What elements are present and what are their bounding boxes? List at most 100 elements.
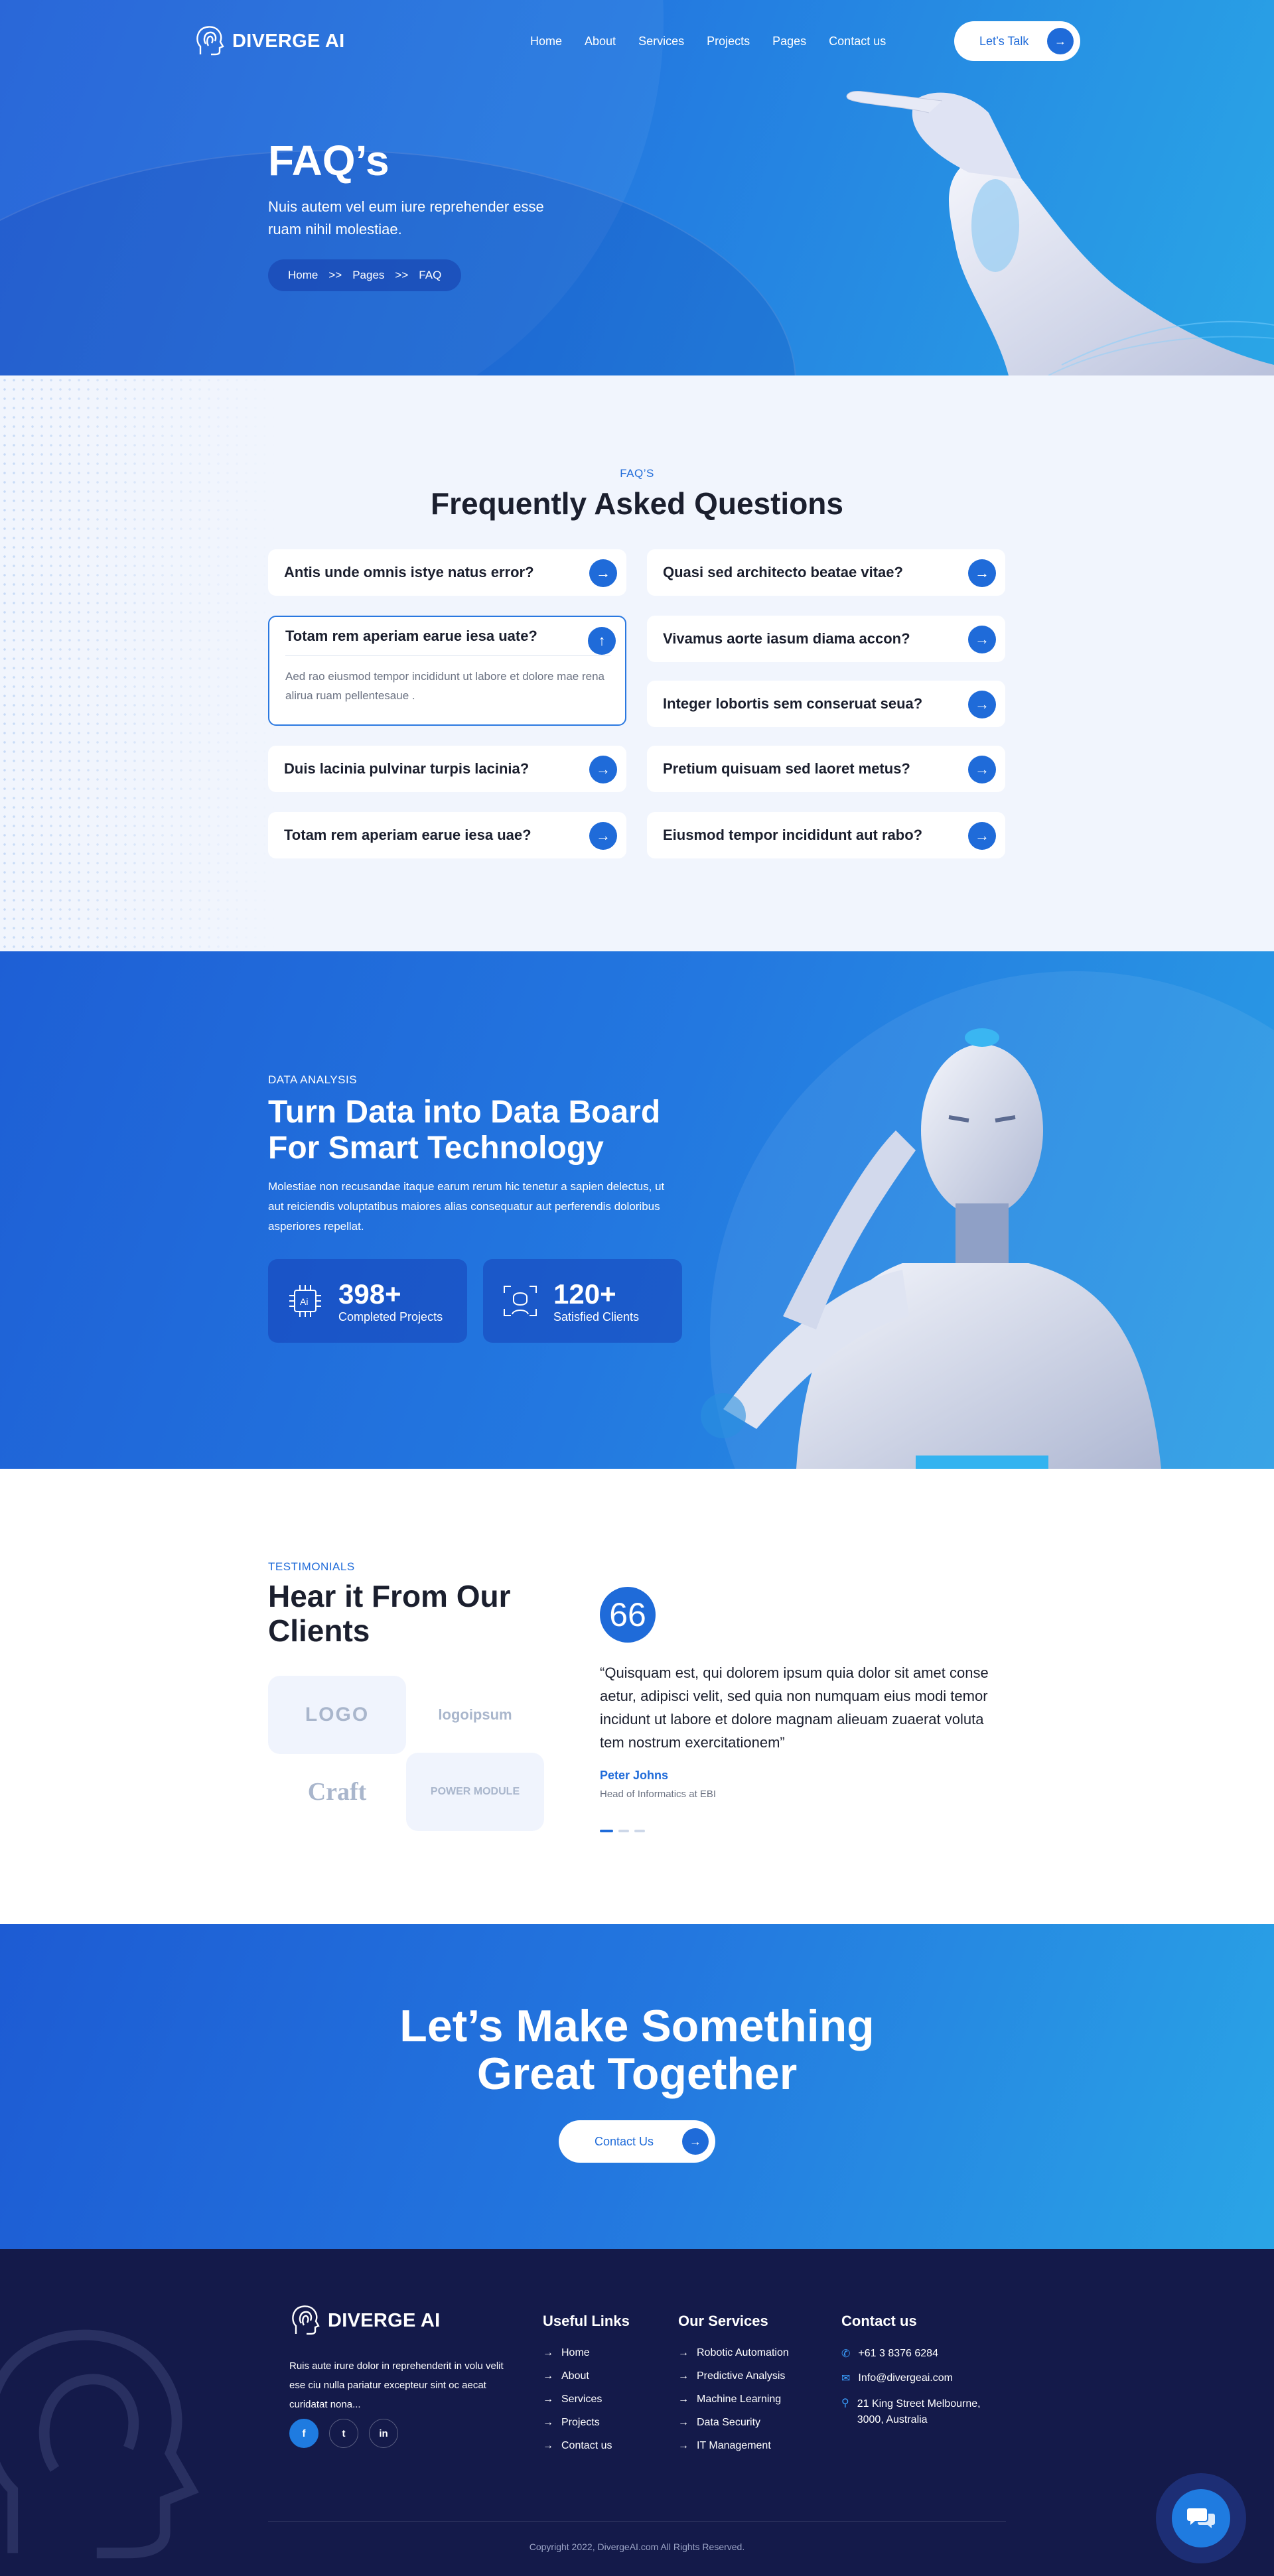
faq-item[interactable]: Pretium quisuam sed laoret metus? → bbox=[647, 746, 1005, 792]
robot-hand-image bbox=[846, 90, 1274, 375]
data-analysis-section: DATA ANALYSIS Turn Data into Data Board … bbox=[0, 951, 1274, 1469]
client-logo: logoipsum bbox=[438, 1706, 512, 1723]
breadcrumb-pages[interactable]: Pages bbox=[352, 269, 384, 282]
service-label: IT Management bbox=[697, 2440, 771, 2451]
footer-link-projects[interactable]: → Projects bbox=[543, 2417, 630, 2429]
brand-logo[interactable]: DIVERGE AI bbox=[194, 24, 345, 58]
breadcrumb-separator: >> bbox=[328, 269, 342, 281]
client-logo: LOGO bbox=[268, 1676, 406, 1754]
faq-eyebrow: FAQ’S bbox=[620, 467, 654, 480]
arrow-right-icon[interactable]: → bbox=[968, 626, 996, 653]
arrow-icon: → bbox=[678, 2370, 689, 2382]
faq-item[interactable]: Totam rem aperiam earue iesa uae? → bbox=[268, 812, 626, 858]
head-fingerprint-watermark-icon bbox=[0, 2329, 199, 2559]
page-title: FAQ’s bbox=[268, 137, 389, 184]
carousel-dot[interactable] bbox=[618, 1830, 629, 1832]
stat-number: 398+ bbox=[338, 1278, 401, 1310]
cta-title-line2: Great Together bbox=[476, 2049, 798, 2099]
head-fingerprint-icon bbox=[292, 2305, 320, 2335]
arrow-right-icon[interactable]: → bbox=[968, 822, 996, 850]
contact-us-label: Contact Us bbox=[595, 2134, 654, 2148]
service-label: Robotic Automation bbox=[697, 2347, 789, 2358]
footer-service[interactable]: → Machine Learning bbox=[678, 2394, 789, 2406]
useful-links-title: Useful Links bbox=[543, 2313, 630, 2329]
arrow-right-icon[interactable]: → bbox=[968, 756, 996, 783]
footer-service[interactable]: → Robotic Automation bbox=[678, 2347, 789, 2359]
service-label: Data Security bbox=[697, 2417, 761, 2428]
contact-phone[interactable]: ✆ +61 3 8376 6284 bbox=[841, 2347, 1001, 2360]
client-logo: POWER MODULE bbox=[406, 1753, 544, 1831]
stat-number: 120+ bbox=[553, 1278, 616, 1310]
stat-label: Completed Projects bbox=[338, 1310, 443, 1323]
faq-question: Eiusmod tempor incididunt aut rabo? bbox=[663, 827, 923, 843]
main-menu: Home About Services Projects Pages Conta… bbox=[530, 34, 908, 48]
link-label: Home bbox=[561, 2347, 590, 2358]
service-label: Predictive Analysis bbox=[697, 2370, 786, 2382]
breadcrumb-home[interactable]: Home bbox=[288, 269, 318, 282]
cta-title-line1: Let’s Make Something bbox=[399, 2001, 875, 2051]
footer-service[interactable]: → Data Security bbox=[678, 2417, 789, 2429]
stat-card-projects: Ai 398+ Completed Projects bbox=[268, 1259, 467, 1343]
data-description: Molestiae non recusandae itaque earum re… bbox=[268, 1180, 665, 1233]
social-links: f t in bbox=[289, 2419, 398, 2448]
link-label: Services bbox=[561, 2394, 602, 2405]
faq-question: Totam rem aperiam earue iesa uae? bbox=[284, 827, 531, 843]
copyright: Copyright 2022, DivergeAI.com All Rights… bbox=[268, 2521, 1006, 2552]
chat-widget-button[interactable] bbox=[1156, 2473, 1246, 2563]
footer-logo[interactable]: DIVERGE AI bbox=[289, 2303, 441, 2338]
linkedin-icon[interactable]: in bbox=[369, 2419, 398, 2448]
breadcrumb-current: FAQ bbox=[419, 269, 442, 281]
faq-item[interactable]: Integer lobortis sem conseruat seua? → bbox=[647, 681, 1005, 727]
faq-item[interactable]: Antis unde omnis istye natus error? → bbox=[268, 549, 626, 596]
footer-link-contact[interactable]: → Contact us bbox=[543, 2440, 630, 2452]
contact-email[interactable]: ✉ Info@divergeai.com bbox=[841, 2372, 1001, 2385]
arrow-right-icon[interactable]: → bbox=[589, 559, 617, 587]
our-services-title: Our Services bbox=[678, 2313, 768, 2329]
nav-projects[interactable]: Projects bbox=[707, 34, 750, 48]
footer-link-about[interactable]: → About bbox=[543, 2370, 630, 2382]
cta-section: Let’s Make Something Great Together Conta… bbox=[0, 1924, 1274, 2249]
nav-contact[interactable]: Contact us bbox=[829, 34, 886, 48]
arrow-icon: → bbox=[543, 2440, 553, 2451]
nav-pages[interactable]: Pages bbox=[772, 34, 806, 48]
testimonials-section: TESTIMONIALS Hear it From Our Clients LO… bbox=[0, 1469, 1274, 1924]
service-label: Machine Learning bbox=[697, 2394, 782, 2405]
carousel-dots bbox=[600, 1830, 645, 1832]
faq-question: Duis lacinia pulvinar turpis lacinia? bbox=[284, 760, 530, 777]
faq-answer: Aed rao eiusmod tempor incididunt ut lab… bbox=[285, 670, 605, 702]
arrow-up-icon[interactable]: ↑ bbox=[588, 627, 616, 655]
facebook-icon[interactable]: f bbox=[289, 2419, 318, 2448]
faq-item[interactable]: Eiusmod tempor incididunt aut rabo? → bbox=[647, 812, 1005, 858]
testimonials-title: Hear it From Our Clients bbox=[268, 1579, 511, 1648]
faq-item[interactable]: Quasi sed architecto beatae vitae? → bbox=[647, 549, 1005, 596]
twitter-icon[interactable]: t bbox=[329, 2419, 358, 2448]
footer-link-services[interactable]: → Services bbox=[543, 2394, 630, 2406]
footer-service[interactable]: → Predictive Analysis bbox=[678, 2370, 789, 2382]
carousel-dot[interactable] bbox=[634, 1830, 645, 1832]
arrow-right-icon[interactable]: → bbox=[589, 822, 617, 850]
footer-service[interactable]: → IT Management bbox=[678, 2440, 789, 2452]
svg-text:Ai: Ai bbox=[300, 1296, 308, 1307]
faq-item-open[interactable]: Totam rem aperiam earue iesa uate? ↑ Aed… bbox=[268, 616, 626, 726]
arrow-icon: → bbox=[543, 2370, 553, 2382]
arrow-right-icon[interactable]: → bbox=[968, 691, 996, 718]
footer-link-home[interactable]: → Home bbox=[543, 2347, 630, 2359]
arrow-icon: → bbox=[678, 2347, 689, 2358]
lets-talk-button[interactable]: Let’s Talk → bbox=[954, 21, 1080, 61]
nav-home[interactable]: Home bbox=[530, 34, 562, 48]
arrow-right-icon[interactable]: → bbox=[968, 559, 996, 587]
testimonial-role: Head of Informatics at EBI bbox=[600, 1789, 717, 1800]
faq-item[interactable]: Vivamus aorte iasum diama accon? → bbox=[647, 616, 1005, 662]
head-fingerprint-icon bbox=[196, 26, 224, 56]
breadcrumb-separator: >> bbox=[395, 269, 409, 281]
carousel-dot-active[interactable] bbox=[600, 1830, 613, 1832]
address-text: 21 King Street Melbourne, 3000, Australi… bbox=[857, 2398, 981, 2425]
contact-us-button[interactable]: Contact Us → bbox=[559, 2120, 715, 2163]
contact-address: ⚲ 21 King Street Melbourne, 3000, Austral… bbox=[841, 2396, 1001, 2428]
testimonial-quote: “Quisquam est, qui dolorem ipsum quia do… bbox=[600, 1664, 989, 1751]
nav-services[interactable]: Services bbox=[638, 34, 684, 48]
arrow-right-icon[interactable]: → bbox=[589, 756, 617, 783]
location-pin-icon: ⚲ bbox=[841, 2398, 849, 2409]
nav-about[interactable]: About bbox=[585, 34, 616, 48]
faq-item[interactable]: Duis lacinia pulvinar turpis lacinia? → bbox=[268, 746, 626, 792]
